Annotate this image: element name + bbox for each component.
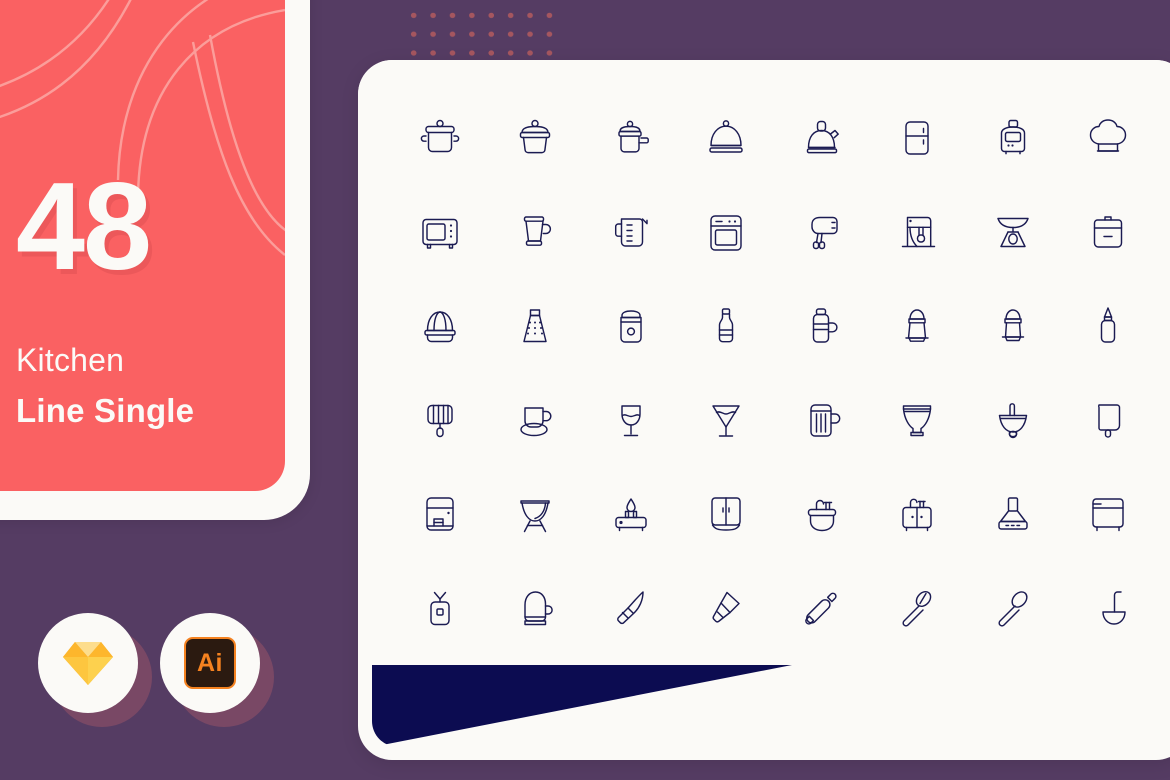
spoon-icon[interactable]	[965, 562, 1061, 656]
measuring-cup-icon[interactable]	[583, 186, 679, 280]
cooking-pot-icon[interactable]	[488, 92, 584, 186]
bbq-grill-icon[interactable]	[488, 468, 584, 562]
microwave-icon[interactable]	[392, 186, 488, 280]
kettle-icon[interactable]	[774, 92, 870, 186]
sketch-badge[interactable]	[38, 613, 152, 727]
rolling-pin-icon[interactable]	[774, 562, 870, 656]
badge-circle: Ai	[160, 613, 260, 713]
icon-grid	[392, 92, 1156, 656]
oven-mitt-icon[interactable]	[488, 562, 584, 656]
toaster-icon[interactable]	[965, 92, 1061, 186]
format-badges: Ai	[38, 613, 274, 727]
navy-corner-wedge	[372, 665, 792, 747]
ai-label: Ai	[197, 648, 223, 677]
cheese-grater-icon[interactable]	[488, 280, 584, 374]
sauce-bottle-icon[interactable]	[1061, 280, 1157, 374]
stand-mixer-icon[interactable]	[870, 186, 966, 280]
promo-panel-frame: 48 Kitchen Line Single	[0, 0, 310, 520]
goblet-icon[interactable]	[870, 374, 966, 468]
whisk-icon[interactable]	[392, 374, 488, 468]
dishwasher-icon[interactable]	[1061, 468, 1157, 562]
gas-stove-icon[interactable]	[583, 468, 679, 562]
mortar-pestle-icon[interactable]	[965, 374, 1061, 468]
range-hood-icon[interactable]	[965, 468, 1061, 562]
oven-icon[interactable]	[679, 186, 775, 280]
promo-panel: 48 Kitchen Line Single	[0, 0, 285, 491]
dot-grid-pattern	[404, 6, 556, 64]
salt-shaker-icon[interactable]	[870, 280, 966, 374]
cutting-board-icon[interactable]	[1061, 374, 1157, 468]
stock-pot-icon[interactable]	[392, 92, 488, 186]
kitchen-cabinet-icon[interactable]	[679, 468, 775, 562]
food-cloche-icon[interactable]	[679, 92, 775, 186]
beer-mug-icon[interactable]	[774, 374, 870, 468]
storage-jar-icon[interactable]	[583, 280, 679, 374]
pepper-shaker-icon[interactable]	[965, 280, 1061, 374]
promo-content: 48 Kitchen Line Single	[16, 0, 276, 491]
adobe-illustrator-icon: Ai	[184, 637, 236, 689]
icon-pack-preview: 48 Kitchen Line Single Ai	[0, 0, 1170, 780]
promo-title-line1: Kitchen	[16, 342, 125, 378]
chef-hat-icon[interactable]	[1061, 92, 1157, 186]
hand-mixer-icon[interactable]	[774, 186, 870, 280]
teacup-saucer-icon[interactable]	[488, 374, 584, 468]
icon-count: 48	[16, 158, 152, 296]
sketch-diamond-icon	[63, 642, 113, 685]
chef-knife-icon[interactable]	[583, 562, 679, 656]
citrus-juicer-icon[interactable]	[392, 280, 488, 374]
refrigerator-icon[interactable]	[870, 92, 966, 186]
cleaver-icon[interactable]	[679, 562, 775, 656]
saucepan-icon[interactable]	[583, 92, 679, 186]
ladle-icon[interactable]	[1061, 562, 1157, 656]
badge-circle	[38, 613, 138, 713]
bottle-icon[interactable]	[679, 280, 775, 374]
kitchen-scale-icon[interactable]	[965, 186, 1061, 280]
icon-card	[358, 60, 1170, 760]
trash-bin-icon[interactable]	[1061, 186, 1157, 280]
apron-icon[interactable]	[392, 562, 488, 656]
kitchen-sink-icon[interactable]	[774, 468, 870, 562]
coffee-machine-icon[interactable]	[392, 468, 488, 562]
illustrator-badge[interactable]: Ai	[160, 613, 274, 727]
double-sink-icon[interactable]	[870, 468, 966, 562]
blender-icon[interactable]	[488, 186, 584, 280]
slotted-spatula-icon[interactable]	[870, 562, 966, 656]
promo-title-line2: Line Single	[16, 392, 195, 429]
wine-glass-icon[interactable]	[583, 374, 679, 468]
cocktail-glass-icon[interactable]	[679, 374, 775, 468]
thermos-flask-icon[interactable]	[774, 280, 870, 374]
